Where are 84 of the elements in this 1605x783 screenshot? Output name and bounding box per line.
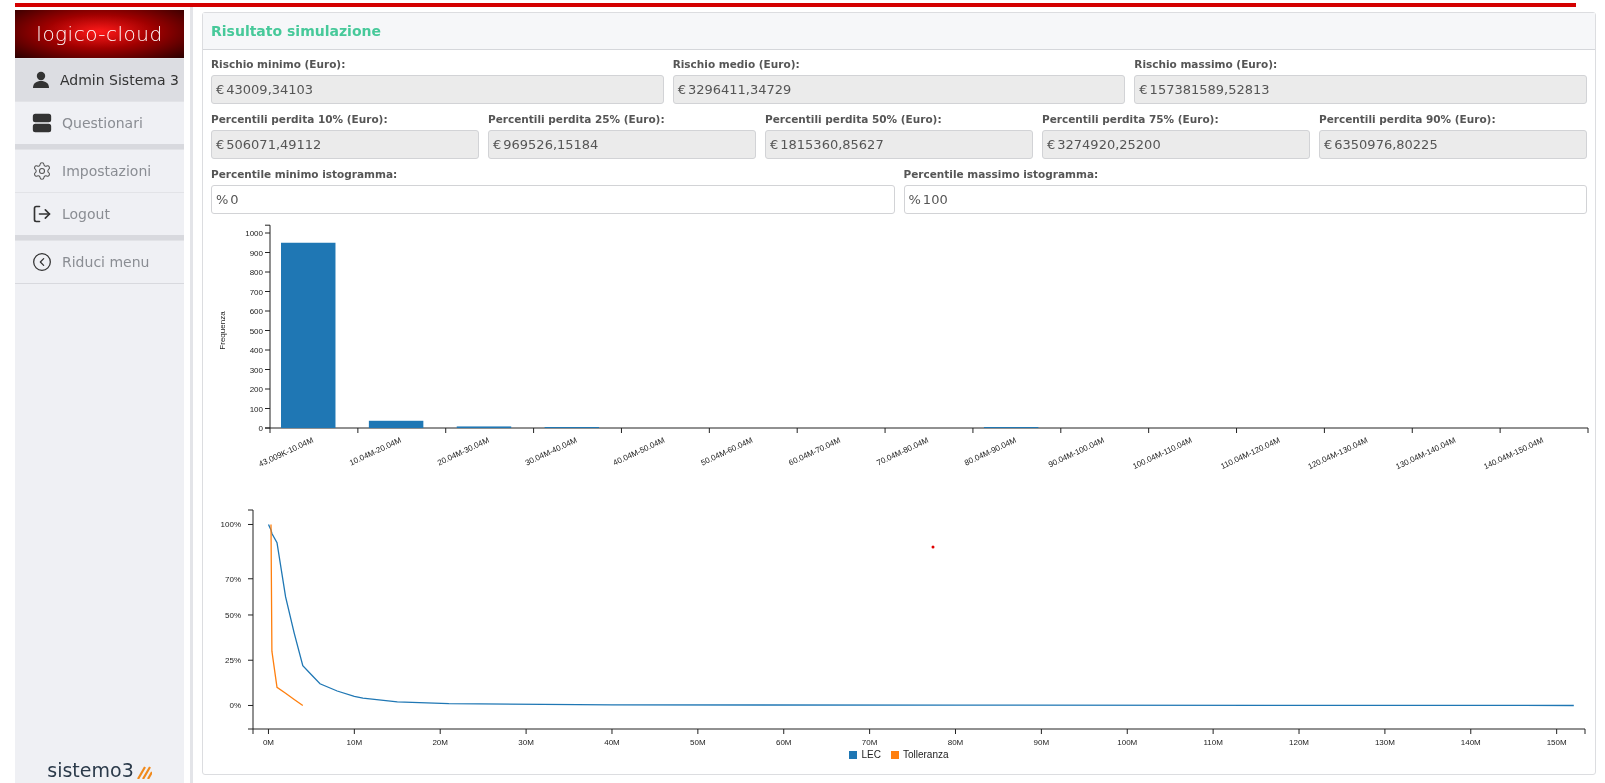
tick-label: 110M: [1203, 738, 1223, 747]
tick-label: 100%: [220, 520, 241, 530]
tick-label: 30M: [518, 738, 534, 747]
tick-label: 100: [249, 404, 263, 414]
sidebar-item-label: Riduci menu: [62, 254, 150, 270]
tick-label: 600: [249, 307, 263, 316]
panel-title: Risultato simulazione: [211, 23, 381, 39]
tick-label: 60M: [775, 738, 792, 747]
tick-label: 140M: [1460, 738, 1481, 747]
field-label: Percentili perdita 25% (Euro):: [488, 113, 666, 125]
unit-label: €: [216, 137, 225, 152]
tick-label: 500: [249, 326, 263, 336]
tick-label: 40M: [604, 738, 620, 747]
unit-label: €: [770, 137, 779, 152]
input-field[interactable]: €157381589,52813: [1134, 75, 1587, 104]
field-label: Percentili perdita 90% (Euro):: [1319, 113, 1497, 125]
axis-title: Frequenza: [218, 311, 227, 350]
field-label: Percentile minimo istogramma:: [211, 168, 399, 180]
tick-label: 400: [249, 346, 263, 355]
sidebar-item[interactable]: Admin Sistema 3: [15, 58, 184, 101]
value-input[interactable]: 3296411,34729: [687, 82, 1125, 97]
value-input[interactable]: 506071,49112: [226, 137, 478, 152]
sidebar-item-label: Impostazioni: [62, 163, 152, 179]
input-field[interactable]: €3274920,25200: [1042, 130, 1310, 159]
field-label: Rischio minimo (Euro):: [211, 58, 347, 70]
legend-label: LEC: [861, 749, 881, 760]
tick-label: 1000: [245, 229, 263, 238]
tick-label: 0%: [229, 701, 241, 711]
tick-label: 70%: [225, 574, 241, 584]
field-label: Percentile massimo istogramma:: [903, 168, 1100, 180]
field-label: Rischio medio (Euro):: [672, 58, 801, 70]
tick-label: 50%: [225, 611, 241, 620]
tick-label: 25%: [225, 656, 241, 666]
legend-label: Tolleranza: [902, 749, 949, 760]
tick-label: 130M: [1374, 738, 1395, 747]
input-field[interactable]: €6350976,80225: [1319, 130, 1587, 159]
input-field[interactable]: %0: [211, 185, 895, 214]
value-input[interactable]: 0: [230, 192, 894, 207]
field-label: Percentili perdita 10% (Euro):: [211, 113, 389, 125]
unit-label: €: [1324, 137, 1333, 152]
input-field[interactable]: €3296411,34729: [672, 75, 1126, 104]
app-logo: logico-cloud: [15, 10, 184, 58]
value-input[interactable]: 6350976,80225: [1334, 137, 1586, 152]
brand-logo-text: sistemo3: [47, 761, 134, 780]
tick-label: 70M: [861, 738, 878, 747]
value-input[interactable]: 1815360,85627: [780, 137, 1032, 152]
tick-label: 50M: [690, 738, 706, 747]
unit-label: €: [493, 137, 502, 152]
tick-label: 80M: [947, 738, 964, 747]
value-input[interactable]: 43009,34103: [226, 82, 663, 97]
tick-label: 90M: [1033, 738, 1050, 747]
tick-label: 800: [249, 268, 263, 277]
value-input[interactable]: 100: [922, 192, 1586, 207]
tick-label: 0: [258, 424, 263, 433]
input-field[interactable]: %100: [903, 185, 1587, 214]
value-input[interactable]: 3274920,25200: [1057, 137, 1309, 152]
value-input[interactable]: 969526,15184: [503, 137, 755, 152]
unit-label: €: [1047, 137, 1056, 152]
tick-label: 200: [249, 385, 263, 394]
tick-label: 150M: [1546, 738, 1567, 747]
input-field[interactable]: €506071,49112: [211, 130, 479, 159]
sidebar-item-label: Questionari: [62, 115, 143, 131]
tick-label: 20M: [432, 738, 448, 747]
tick-label: 120M: [1289, 738, 1310, 747]
input-field[interactable]: €43009,34103: [211, 75, 664, 104]
tick-label: 0M: [262, 738, 274, 747]
tick-label: 300: [249, 365, 263, 375]
input-field[interactable]: €969526,15184: [488, 130, 756, 159]
tick-label: 100M: [1117, 738, 1138, 747]
value-input[interactable]: 157381589,52813: [1149, 82, 1586, 97]
input-field[interactable]: €1815360,85627: [765, 130, 1033, 159]
unit-label: €: [216, 82, 225, 97]
field-label: Percentili perdita 50% (Euro):: [765, 113, 943, 125]
unit-label: %: [216, 192, 229, 207]
tick-label: 10M: [346, 738, 363, 747]
unit-label: €: [677, 82, 686, 97]
field-label: Percentili perdita 75% (Euro):: [1042, 113, 1220, 125]
tick-label: 700: [249, 287, 263, 297]
field-label: Rischio massimo (Euro):: [1134, 58, 1279, 70]
sidebar-item-label: Logout: [62, 206, 110, 222]
sidebar-item-label: Admin Sistema 3: [60, 72, 179, 88]
unit-label: %: [908, 192, 921, 207]
unit-label: €: [1139, 82, 1148, 97]
tick-label: 900: [249, 248, 263, 258]
